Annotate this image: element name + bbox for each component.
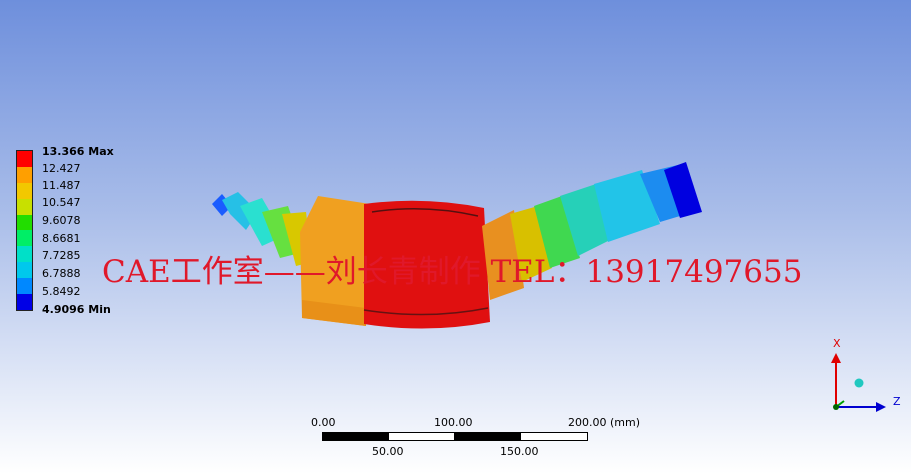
legend-swatch <box>17 182 32 199</box>
scale-label-top: 0.00 <box>311 416 336 429</box>
legend-min-label: 4.9096 Min <box>42 303 111 316</box>
scale-ruler: 0.00 100.00 200.00 (mm) 50.00 150.00 <box>300 414 660 464</box>
legend-level-label: 6.7888 <box>42 267 81 280</box>
legend-swatch <box>17 214 32 231</box>
scale-segment <box>388 432 456 441</box>
scale-segment <box>322 432 390 441</box>
iso-ball-icon <box>854 378 864 388</box>
legend-level-label: 10.547 <box>42 196 81 209</box>
legend-swatch <box>17 230 32 247</box>
legend-swatch <box>17 198 32 215</box>
legend-level-label: 7.7285 <box>42 249 81 262</box>
legend-swatch <box>17 294 32 310</box>
model-render[interactable] <box>0 0 911 474</box>
scale-label-bottom: 150.00 <box>500 445 539 458</box>
legend-swatch <box>17 246 32 263</box>
legend-level-label: 9.6078 <box>42 214 81 227</box>
x-axis-arrow-icon <box>831 353 841 363</box>
scale-label-top: 100.00 <box>434 416 473 429</box>
x-axis-label: X <box>833 337 841 350</box>
legend-level-label: 12.427 <box>42 162 81 175</box>
legend-swatch <box>17 262 32 279</box>
legend-color-bar <box>16 150 33 311</box>
axis-triad[interactable]: X Z <box>820 335 910 425</box>
legend-swatch <box>17 278 32 295</box>
watermark-text: CAE工作室——刘长青制作 TEL：13917497655 <box>102 254 803 290</box>
z-axis-arrow-icon <box>876 402 886 412</box>
legend-max-label: 13.366 Max <box>42 145 114 158</box>
origin-dot-icon <box>833 404 839 410</box>
legend-swatch <box>17 151 32 167</box>
scale-segment <box>520 432 588 441</box>
scale-segment <box>454 432 522 441</box>
legend-swatch <box>17 166 32 183</box>
scale-label-bottom: 50.00 <box>372 445 404 458</box>
scale-label-top: 200.00 (mm) <box>568 416 640 429</box>
legend-level-label: 8.6681 <box>42 232 81 245</box>
z-axis-label: Z <box>893 395 901 408</box>
legend-level-label: 5.8492 <box>42 285 81 298</box>
legend-level-label: 11.487 <box>42 179 81 192</box>
